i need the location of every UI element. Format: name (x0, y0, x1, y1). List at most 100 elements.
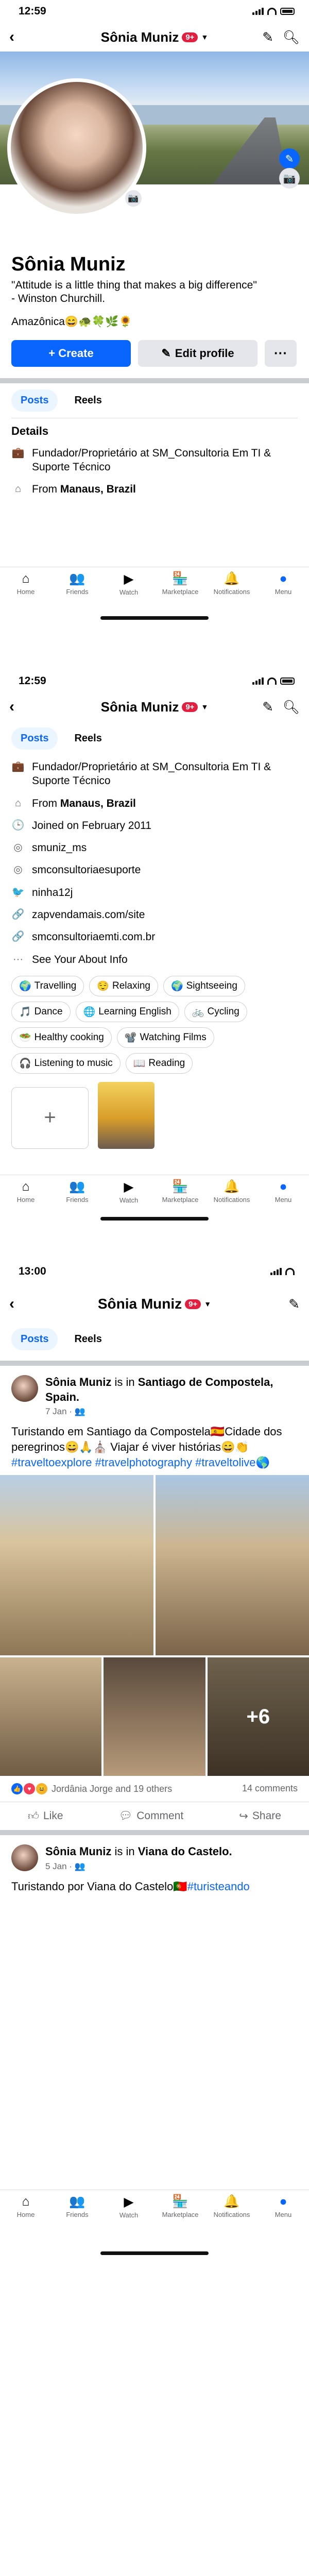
featured-photo[interactable] (98, 1081, 154, 1149)
love-reaction-icon: ♥ (24, 1783, 35, 1795)
tab-label: Marketplace (162, 588, 199, 596)
post-photo[interactable] (156, 1475, 309, 1656)
post-hashtags[interactable]: #turisteando (187, 1880, 250, 1893)
instagram-icon: ◎ (13, 864, 23, 876)
profile-picture[interactable]: 📷 (7, 78, 146, 217)
tab-menu[interactable]: ● Menu (259, 2194, 308, 2229)
tab-notifications[interactable]: 🔔 Notifications (207, 2194, 256, 2229)
see-about-info[interactable]: ··· See Your About Info (0, 948, 309, 971)
edit-profile-button[interactable]: ✎ Edit profile (138, 340, 258, 367)
tab-posts[interactable]: Posts (11, 727, 58, 750)
post-avatar[interactable] (11, 1844, 38, 1872)
detail-instagram[interactable]: ◎ smuniz_ms (0, 837, 309, 859)
post-photo[interactable] (0, 1657, 102, 1776)
friends-icon: 👥 (69, 571, 85, 586)
tab-home[interactable]: ⌂ Home (1, 571, 50, 606)
tab-label: Marketplace (162, 1196, 199, 1204)
comments-count[interactable]: 14 comments (242, 1783, 298, 1794)
post-reactions[interactable]: 👍 ♥ 😆 Jordânia Jorge and 19 others 14 co… (0, 1776, 309, 1802)
post-avatar[interactable] (11, 1375, 38, 1402)
tab-marketplace[interactable]: 🏪 Marketplace (156, 571, 205, 606)
tab-reels[interactable]: Reels (65, 389, 111, 412)
salad-icon: 🥗 (19, 1032, 31, 1043)
back-arrow-icon[interactable]: ‹ (9, 698, 14, 716)
tab-label: Home (16, 2211, 35, 2218)
tab-friends[interactable]: 👥 Friends (53, 1179, 102, 1214)
like-button[interactable]: 👍︎ Like (28, 1809, 63, 1823)
detail-link-2[interactable]: 🔗 smconsultoriaemti.com.br (0, 926, 309, 948)
cover-camera-icon[interactable]: 📷 (279, 168, 300, 189)
tab-label: Notifications (213, 2211, 250, 2218)
search-icon[interactable]: 🔍︎ (283, 30, 300, 44)
post-hashtags[interactable]: #traveltoexplore #travelphotography #tra… (11, 1456, 270, 1469)
tab-menu[interactable]: ● Menu (259, 571, 308, 606)
tab-notifications[interactable]: 🔔 Notifications (207, 1179, 256, 1214)
cover-edit-icon[interactable]: ✎ (279, 148, 300, 169)
edit-pencil-icon[interactable]: ✎ (262, 30, 273, 44)
more-photos-count[interactable]: +6 (207, 1657, 309, 1776)
hobby-chip[interactable]: 🌍 Travelling (11, 975, 84, 996)
tab-menu[interactable]: ● Menu (259, 1179, 308, 1214)
nav-title-name: Sônia Muniz (100, 29, 179, 45)
tab-notifications[interactable]: 🔔 Notifications (207, 571, 256, 606)
back-arrow-icon[interactable]: ‹ (9, 28, 14, 46)
home-icon: ⌂ (14, 483, 22, 495)
search-icon[interactable]: 🔍︎ (283, 700, 300, 714)
hobby-chip[interactable]: 📖 Reading (125, 1053, 193, 1074)
hobby-label: Listening to music (34, 1057, 113, 1069)
post-author[interactable]: Sônia Muniz (45, 1845, 111, 1858)
create-button[interactable]: + Create (11, 340, 131, 367)
hobby-chip[interactable]: 😌 Relaxing (89, 975, 158, 996)
globe-icon: 🌍 (170, 980, 183, 992)
back-arrow-icon[interactable]: ‹ (9, 1295, 14, 1313)
edit-pencil-icon[interactable]: ✎ (288, 1297, 300, 1311)
clock-icon: 🕒 (11, 819, 25, 831)
globe-icon: 🌐 (83, 1006, 96, 1018)
post-author-line: Sônia Muniz is in Viana do Castelo. (45, 1844, 232, 1859)
avatar (11, 82, 143, 214)
hobby-chip[interactable]: 🌐 Learning English (75, 1001, 179, 1022)
tab-home[interactable]: ⌂ Home (1, 1179, 50, 1214)
edit-pencil-icon[interactable]: ✎ (262, 700, 273, 714)
avatar-camera-icon[interactable]: 📷 (124, 189, 143, 208)
hobby-chip[interactable]: 🚲 Cycling (184, 1001, 247, 1022)
hobby-chip[interactable]: 🎧 Listening to music (11, 1053, 121, 1074)
detail-link1-text: zapvendamais.com/site (32, 909, 145, 921)
post-place[interactable]: Viana do Castelo. (138, 1845, 232, 1858)
post-author[interactable]: Sônia Muniz (45, 1376, 111, 1388)
tab-watch[interactable]: ▶ Watch (104, 1179, 153, 1214)
post-photo[interactable]: +6 (207, 1657, 309, 1776)
tab-posts[interactable]: Posts (11, 1328, 58, 1350)
tab-watch[interactable]: ▶ Watch (104, 571, 153, 606)
post-photo[interactable] (0, 1475, 153, 1656)
hobby-chip[interactable]: 📽️ Watching Films (116, 1027, 214, 1048)
hobby-chip[interactable]: 🥗 Healthy cooking (11, 1027, 112, 1048)
tab-watch[interactable]: ▶ Watch (104, 2194, 153, 2229)
tab-friends[interactable]: 👥 Friends (53, 571, 102, 606)
status-icons (270, 1268, 295, 1275)
marketplace-icon: 🏪 (172, 2194, 188, 2209)
add-featured-button[interactable]: + (11, 1087, 89, 1149)
hobby-chip[interactable]: 🎵 Dance (11, 1001, 71, 1022)
tab-home[interactable]: ⌂ Home (1, 2194, 50, 2229)
tab-marketplace[interactable]: 🏪 Marketplace (156, 1179, 205, 1214)
marketplace-icon: 🏪 (172, 571, 188, 586)
detail-instagram-2[interactable]: ◎ smconsultoriaesuporte (0, 859, 309, 881)
detail-link-1[interactable]: 🔗 zapvendamais.com/site (0, 904, 309, 926)
detail-twitter[interactable]: 🐦 ninha12j (0, 882, 309, 904)
bicycle-icon: 🚲 (192, 1006, 204, 1018)
post-is-in: is in (111, 1845, 138, 1858)
tab-marketplace[interactable]: 🏪 Marketplace (156, 2194, 205, 2229)
comment-button[interactable]: 💬︎ Comment (119, 1809, 184, 1823)
more-options-button[interactable]: ··· (265, 340, 297, 367)
post-photo[interactable] (104, 1657, 205, 1776)
tab-reels[interactable]: Reels (65, 727, 111, 750)
post-photos (0, 1475, 309, 1656)
tab-posts[interactable]: Posts (11, 389, 58, 412)
relax-icon: 😌 (97, 980, 110, 992)
nav-title[interactable]: Sônia Muniz 9+ ▼ (0, 1296, 309, 1312)
share-button[interactable]: ↪ Share (239, 1809, 281, 1823)
tab-friends[interactable]: 👥 Friends (53, 2194, 102, 2229)
hobby-chip[interactable]: 🌍 Sightseeing (163, 975, 245, 996)
tab-reels[interactable]: Reels (65, 1328, 111, 1350)
